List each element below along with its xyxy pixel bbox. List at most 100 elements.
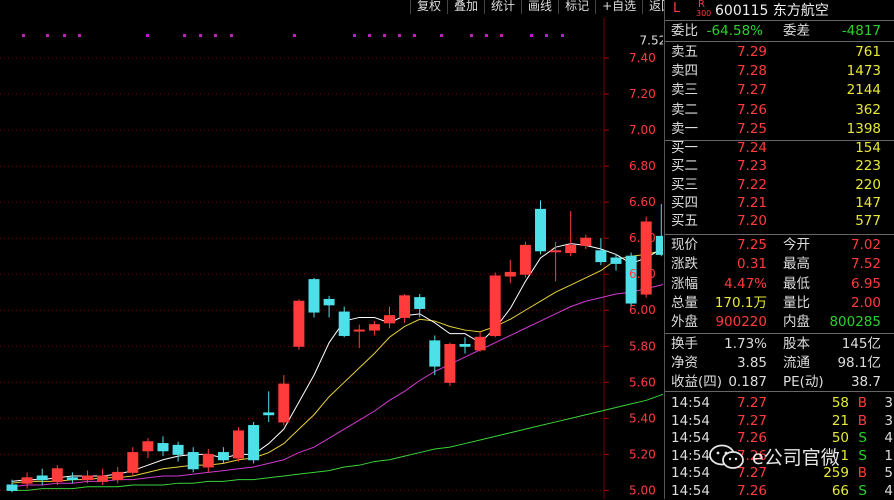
ask-row: 卖五 7.29 761 <box>665 43 894 61</box>
tick-time: 14:54 <box>671 447 710 464</box>
bid-row: 买一 7.24 154 <box>665 139 894 157</box>
ask-row: 卖四 7.28 1473 <box>665 62 894 80</box>
candle-body <box>580 237 592 246</box>
stat-value: 900220 <box>715 314 767 331</box>
candle-body <box>504 271 516 277</box>
fund-value: 145亿 <box>841 336 881 352</box>
bid-price: 7.24 <box>736 140 767 156</box>
event-dot <box>545 34 548 37</box>
stat-label: 内盘 <box>783 314 810 331</box>
price-tick-label: 5.60 <box>629 375 656 389</box>
candle-body <box>233 430 244 459</box>
tick-side: S <box>858 482 867 499</box>
event-dot <box>440 34 443 37</box>
candle-body <box>535 208 546 252</box>
event-dot <box>63 34 66 37</box>
candle-body <box>429 340 441 367</box>
stat-row: 现价 7.25 今开 7.02 <box>665 236 894 254</box>
candle-body <box>97 475 109 482</box>
price-tick-label: 5.20 <box>629 447 656 461</box>
tick-volume: 1 <box>840 447 849 464</box>
event-dot <box>199 34 202 37</box>
toolbar-button-3[interactable]: 画线 <box>521 0 558 14</box>
candle-body <box>187 452 199 470</box>
candle-body <box>172 444 184 455</box>
ask-volume: 362 <box>855 101 881 118</box>
price-tick-label: 6.40 <box>629 231 656 245</box>
event-dot <box>46 34 49 37</box>
event-dot <box>22 34 25 37</box>
candle-body <box>217 452 229 461</box>
ask-row: 卖三 7.27 2144 <box>665 81 894 99</box>
candle-body <box>112 471 124 481</box>
tick-count: 5 <box>884 465 893 481</box>
candle-body <box>323 298 335 306</box>
tick-side: B <box>857 412 867 429</box>
price-tick-label: 5.00 <box>629 483 656 497</box>
stat-value: 0.31 <box>736 256 767 273</box>
ask-label: 卖二 <box>671 101 698 118</box>
toolbar-button-4[interactable]: 标记 <box>558 0 595 14</box>
stat-label: 最高 <box>783 256 810 273</box>
chart-grid <box>0 18 609 499</box>
candle-body <box>248 425 260 461</box>
candle-body <box>36 475 48 481</box>
fundamental-row: 收益(四) 0.187 PE(动) 38.7 <box>665 373 894 391</box>
bid-row: 买二 7.23 223 <box>665 157 894 175</box>
candle-body <box>595 250 607 263</box>
bid-price: 7.22 <box>736 176 767 193</box>
wechat-icon <box>709 444 744 469</box>
event-dot <box>230 34 233 37</box>
bid-label: 买四 <box>671 194 698 211</box>
ask-volume: 1473 <box>846 63 881 80</box>
tick-time: 14:54 <box>671 412 710 429</box>
event-dot <box>413 34 416 37</box>
fund-value: 0.187 <box>728 374 767 390</box>
stat-value: 170.1万 <box>714 294 767 311</box>
kline-chart[interactable]: 7.40 7.20 7.00 6.80 6.60 6.40 6.20 6.00 5.80 5.60… <box>0 0 663 499</box>
tick-count: 4 <box>884 482 893 499</box>
event-dot <box>470 34 473 37</box>
ma5-line <box>11 243 663 482</box>
fund-value: 1.73% <box>724 336 767 352</box>
bid-label: 买二 <box>671 158 698 175</box>
ma60-line <box>12 393 663 491</box>
bid-row: 买三 7.22 220 <box>665 176 894 194</box>
bid-row: 买四 7.21 147 <box>665 194 894 212</box>
ask-price: 7.29 <box>736 44 767 60</box>
chart-toolbar: 复权 叠加 统计 画线 标记 +自选 返回 <box>410 0 679 14</box>
event-dot <box>530 34 533 37</box>
tick-count: 3 <box>884 412 893 429</box>
toolbar-button-2[interactable]: 统计 <box>484 0 521 14</box>
fund-value: 38.7 <box>850 374 881 390</box>
toolbar-button-0[interactable]: 复权 <box>410 0 447 14</box>
price-axis: 7.40 7.20 7.00 6.80 6.60 6.40 6.20 6.00 5.80 5.60… <box>629 51 656 497</box>
stat-label: 涨幅 <box>671 275 698 292</box>
bid-volume: 147 <box>855 194 881 211</box>
price-tick-label: 7.40 <box>629 51 656 65</box>
price-tick-label: 5.80 <box>629 339 656 353</box>
candle-body <box>278 383 290 423</box>
tick-row: 14:54 7.27 58 B 3 <box>665 394 894 412</box>
fund-label: 收益(四) <box>671 374 723 390</box>
fundamental-row: 换手 1.73% 股本 145亿 <box>665 335 894 353</box>
candle-body <box>21 477 33 484</box>
ask-price: 7.25 <box>736 120 767 137</box>
weibi-row: 委比 -64.58% 委差 -4817 <box>665 22 894 40</box>
quote-panel: L R 300 600115 东方航空 委比 -64.58% 委差 -4817 … <box>664 0 894 499</box>
stat-value: 7.52 <box>850 256 881 273</box>
candle-body <box>157 443 169 452</box>
candle-body <box>202 453 214 468</box>
fund-label: 净资 <box>671 355 698 371</box>
toolbar-button-5[interactable]: +自选 <box>595 0 642 14</box>
stat-value: 7.02 <box>850 237 881 253</box>
candle-body <box>142 441 154 452</box>
weibi-label: 委比 <box>671 23 698 39</box>
price-tick-label: 7.20 <box>629 87 656 101</box>
event-dot <box>353 34 356 37</box>
toolbar-button-1[interactable]: 叠加 <box>447 0 484 14</box>
event-dot <box>146 34 149 37</box>
tick-side: S <box>858 447 867 464</box>
fund-label: 换手 <box>671 336 698 352</box>
stock-code-name[interactable]: 600115 东方航空 <box>715 0 829 20</box>
